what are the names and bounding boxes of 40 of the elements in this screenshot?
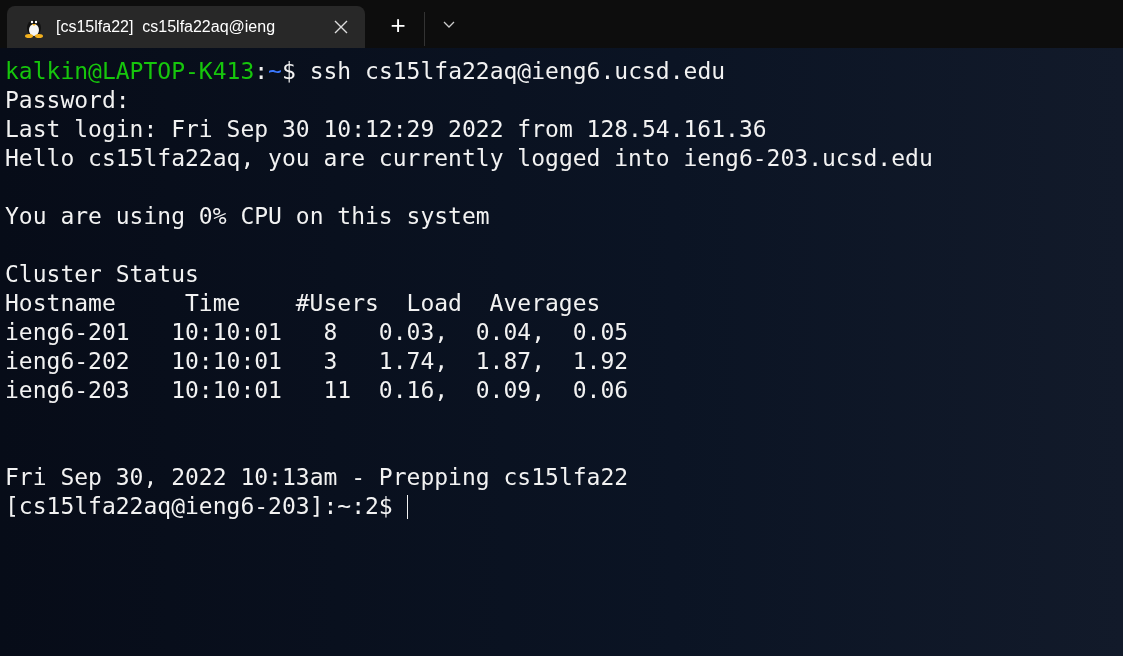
tab-title: [cs15lfa22] cs15lfa22aq@ieng (56, 17, 277, 37)
table-cell: ieng6-201 (5, 319, 130, 345)
prompt-separator: : (254, 57, 269, 86)
table-cell: 10:10:01 (171, 377, 282, 403)
output-line: Fri Sep 30, 2022 10:13am - Prepping cs15lfa22 (5, 463, 629, 492)
table-cell: 0.03, (378, 319, 449, 345)
table-cell: 10:10:01 (171, 348, 282, 374)
output-line: Password: (5, 86, 130, 115)
shell-prompt: [cs15lfa22aq@ieng6-203]:~:2$ (5, 492, 394, 521)
output-line: Last login: Fri Sep 30 10:12:29 2022 from 128.54.161.36 (5, 115, 767, 144)
command-text: $ ssh cs15lfa22aq@ieng6.ucsd.edu (281, 57, 726, 86)
table-cell: 0.05 (572, 319, 629, 345)
prompt-user-host: kalkin@LAPTOP-K413 (5, 57, 255, 86)
table-cell: ieng6-202 (5, 348, 130, 374)
column-header: Load (406, 290, 462, 316)
new-tab-button[interactable]: + (379, 10, 417, 40)
table-cell: 0.09, (475, 377, 545, 403)
column-header: Time (185, 290, 241, 316)
table-cell: 8 (323, 319, 338, 345)
prompt-path: ~ (268, 57, 282, 86)
table-cell: 0.04, (475, 319, 545, 345)
table-cell: ieng6-203 (5, 377, 130, 403)
table-cell: 1.92 (572, 348, 629, 374)
table-cell: 11 (323, 377, 352, 403)
column-header: Hostname (5, 290, 116, 316)
output-line: Cluster Status (5, 260, 199, 289)
column-header: #Users (295, 290, 379, 316)
output-line: Hello cs15lfa22aq, you are currently logged into ieng6-203.ucsd.edu (5, 144, 933, 173)
table-cell: 0.16, (378, 377, 449, 403)
text-cursor (406, 494, 408, 519)
chevron-down-icon (443, 21, 455, 29)
output-line: You are using 0% CPU on this system (5, 202, 490, 231)
table-cell: 1.87, (475, 348, 545, 374)
table-cell: 1.74, (378, 348, 449, 374)
table-cell: 10:10:01 (171, 319, 282, 345)
table-cell: 0.06 (572, 377, 629, 403)
column-header: Averages (489, 290, 601, 316)
table-cell: 3 (323, 348, 338, 374)
terminal-tab[interactable]: [cs15lfa22] cs15lfa22aq@ieng (7, 6, 365, 48)
close-icon (334, 20, 348, 34)
